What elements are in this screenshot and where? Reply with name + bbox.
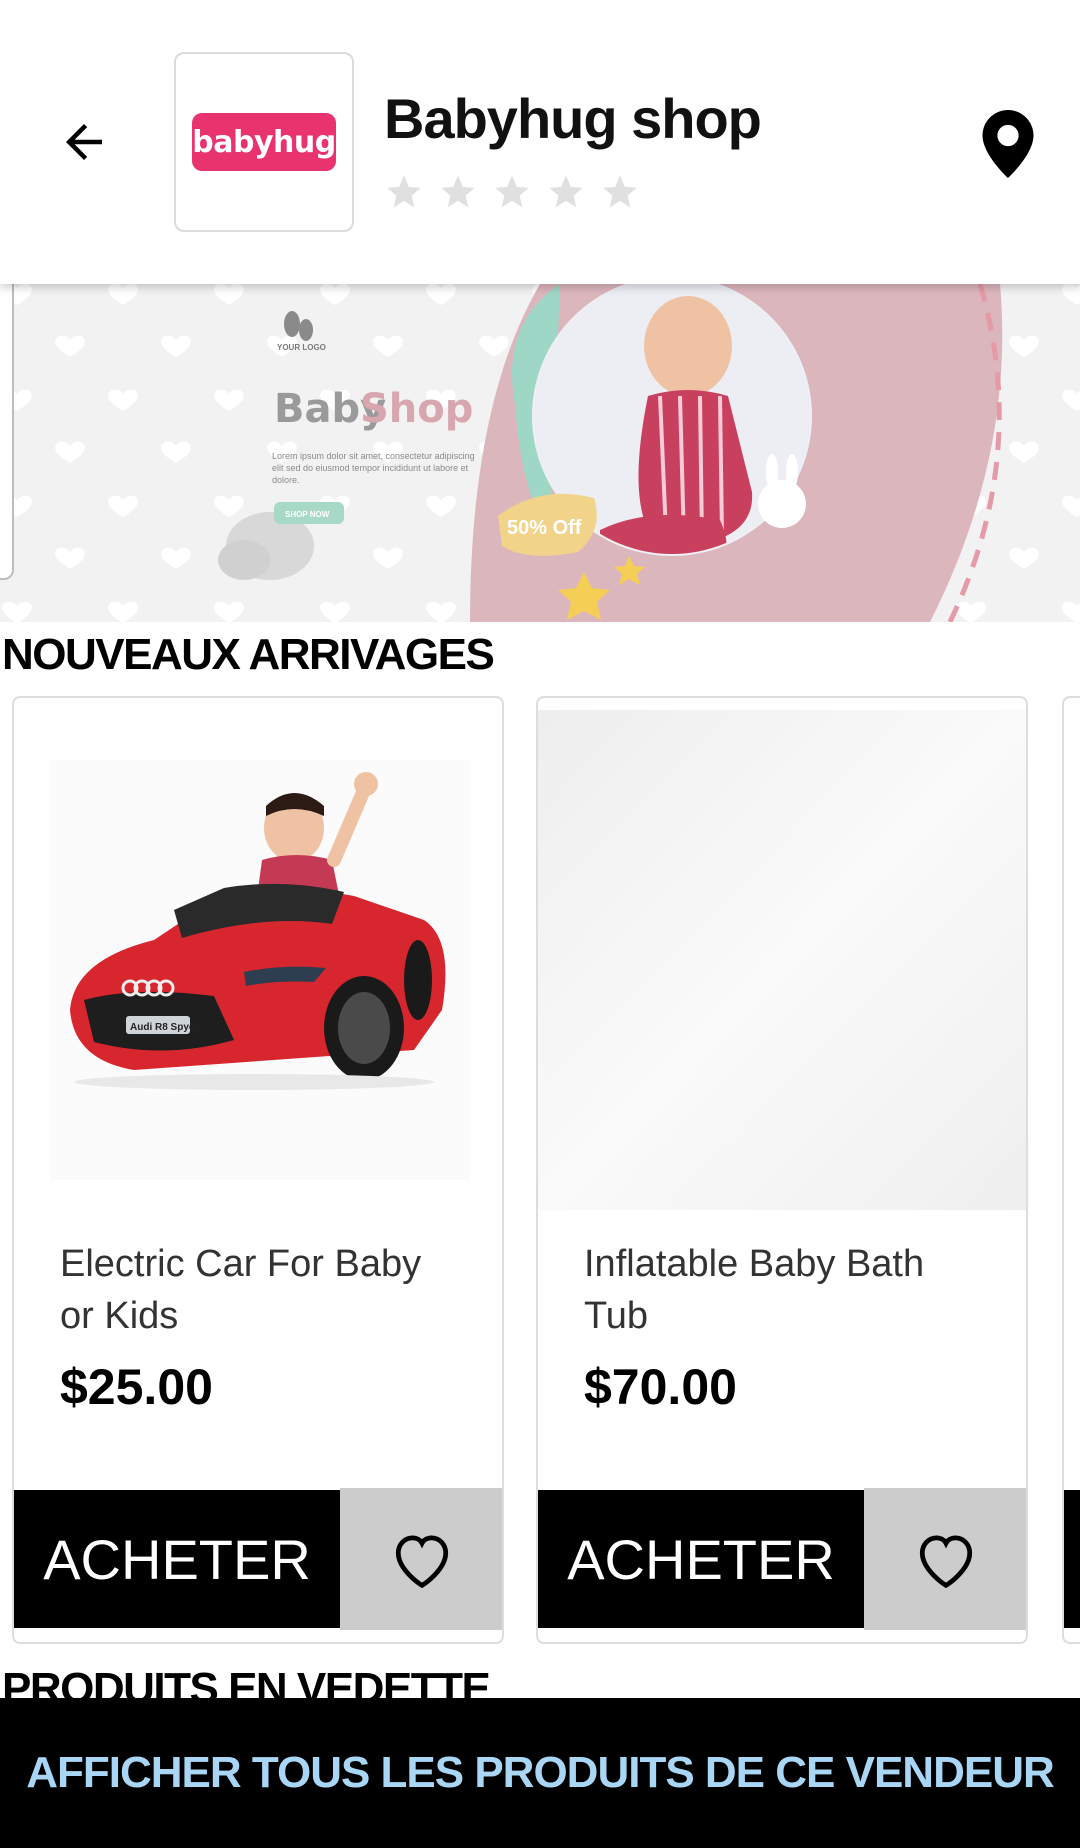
buy-button-peek[interactable] bbox=[1064, 1490, 1080, 1628]
logo-badge: babyhug bbox=[192, 113, 336, 171]
product-name[interactable]: Electric Car For Baby or Kids bbox=[60, 1238, 460, 1342]
banner-title-shop: Shop bbox=[360, 386, 473, 432]
location-button[interactable] bbox=[982, 110, 1034, 178]
product-image[interactable] bbox=[538, 710, 1026, 1210]
star-icon bbox=[441, 175, 475, 208]
discount-badge: 50% Off bbox=[507, 517, 582, 539]
license-plate: Audi R8 Spyder bbox=[130, 1022, 205, 1033]
product-card[interactable]: Inflatable Baby Bath Tub $70.00 ACHETER bbox=[536, 696, 1028, 1644]
shop-banner[interactable]: 50% Off YOUR LOGO Baby Shop Lorem ipsum … bbox=[0, 284, 1080, 622]
banner-logo-text: YOUR LOGO bbox=[277, 343, 326, 352]
image-placeholder bbox=[538, 710, 1026, 1210]
product-card-peek[interactable] bbox=[1062, 696, 1080, 1644]
banner-artwork: 50% Off YOUR LOGO Baby Shop Lorem ipsum … bbox=[0, 284, 1080, 622]
shop-header: babyhug Babyhug shop bbox=[0, 0, 1080, 284]
shop-logo: babyhug bbox=[174, 52, 354, 232]
product-price: $25.00 bbox=[60, 1359, 213, 1415]
favorite-button[interactable] bbox=[340, 1488, 502, 1630]
electric-car-image: Audi R8 Spyder bbox=[14, 710, 502, 1210]
rating-stars bbox=[384, 172, 640, 212]
banner-shop-now: SHOP NOW bbox=[285, 510, 330, 519]
arrow-left-icon bbox=[66, 124, 102, 160]
back-button[interactable] bbox=[52, 110, 116, 174]
product-name[interactable]: Inflatable Baby Bath Tub bbox=[584, 1238, 984, 1342]
star-icon bbox=[603, 175, 637, 208]
heart-icon bbox=[395, 1535, 449, 1588]
product-image[interactable]: Audi R8 Spyder bbox=[14, 710, 502, 1210]
buy-button[interactable]: ACHETER bbox=[14, 1490, 340, 1628]
product-card[interactable]: Audi R8 Spyder Electric Car For Baby or … bbox=[12, 696, 504, 1644]
favorite-button[interactable] bbox=[864, 1488, 1026, 1630]
view-all-products-label: AFFICHER TOUS LES PRODUITS DE CE VENDEUR bbox=[26, 1748, 1055, 1797]
section-title-new-arrivals: NOUVEAUX ARRIVAGES bbox=[2, 630, 495, 679]
star-icon bbox=[549, 175, 583, 208]
shop-title: Babyhug shop bbox=[384, 87, 762, 150]
location-pin-icon bbox=[982, 110, 1034, 178]
logo-text: babyhug bbox=[192, 124, 336, 160]
heart-icon bbox=[919, 1535, 973, 1588]
banner-body-text: Lorem ipsum dolor sit amet, consectetur … bbox=[272, 451, 475, 485]
product-price: $70.00 bbox=[584, 1359, 737, 1415]
star-icon bbox=[495, 175, 529, 208]
star-icon bbox=[387, 175, 421, 208]
buy-button[interactable]: ACHETER bbox=[538, 1490, 864, 1628]
view-all-products-button[interactable]: AFFICHER TOUS LES PRODUITS DE CE VENDEUR bbox=[0, 1698, 1080, 1848]
